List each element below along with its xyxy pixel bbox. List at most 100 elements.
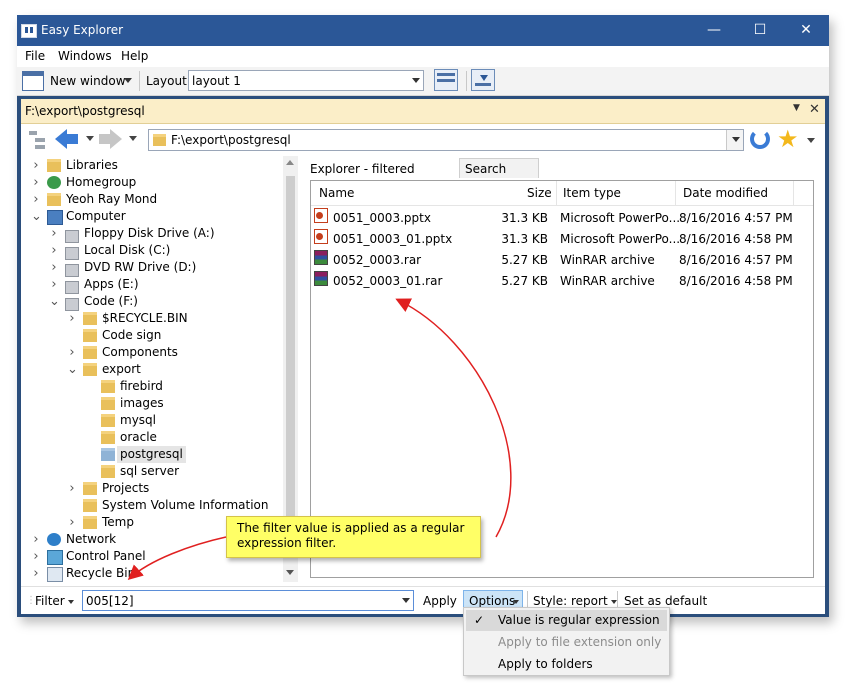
navigation-bar: F:\export\postgresql ★ xyxy=(21,125,825,155)
tree-item-label: Network xyxy=(66,532,117,546)
tree-item[interactable]: › DVD RW Drive (D:) xyxy=(21,259,281,277)
refresh-icon[interactable] xyxy=(750,129,770,149)
expand-icon[interactable]: › xyxy=(31,548,41,565)
expand-icon[interactable]: › xyxy=(49,242,59,259)
collapse-icon[interactable]: ⌄ xyxy=(31,208,42,225)
tree-item[interactable]: oracle xyxy=(21,429,281,446)
chevron-down-icon[interactable] xyxy=(68,600,74,604)
tree-item[interactable]: Code sign xyxy=(21,327,281,344)
tree-scroll-thumb[interactable] xyxy=(286,176,295,542)
expand-icon[interactable]: › xyxy=(31,531,41,548)
new-window-button[interactable]: New window xyxy=(50,74,126,88)
tree-item[interactable]: images xyxy=(21,395,281,412)
layout-value: layout 1 xyxy=(192,74,241,88)
filter-bar: ⋮ Filter 005[12] Apply Options Style: re… xyxy=(21,586,825,614)
back-history-icon[interactable] xyxy=(86,136,94,141)
file-name: 0051_0003_01.pptx xyxy=(333,232,453,246)
file-size: 5.27 KB xyxy=(501,274,548,288)
menu-item-regex[interactable]: ✓ Value is regular expression xyxy=(466,610,667,631)
tree-item[interactable]: › Local Disk (C:) xyxy=(21,242,281,260)
chevron-down-icon[interactable] xyxy=(124,78,132,83)
load-layout-icon[interactable] xyxy=(471,69,495,91)
tab-search-results[interactable]: Search results xyxy=(459,158,539,196)
tree-item[interactable]: › Yeoh Ray Mond xyxy=(21,191,281,208)
filter-input[interactable]: 005[12] xyxy=(82,590,414,611)
forward-history-icon[interactable] xyxy=(129,136,137,141)
menu-windows[interactable]: Windows xyxy=(58,49,112,63)
expand-icon[interactable]: › xyxy=(31,157,41,174)
tree-item[interactable]: › Apps (E:) xyxy=(21,276,281,294)
tab-explorer-filtered[interactable]: Explorer - filtered (005[12]) xyxy=(304,158,458,196)
tree-item[interactable]: mysql xyxy=(21,412,281,429)
tree-item[interactable]: ⌄ export xyxy=(21,361,281,378)
favorites-menu-icon[interactable] xyxy=(807,138,815,143)
tree-item[interactable]: ⌄ Code (F:) xyxy=(21,293,281,311)
title-bar[interactable]: Easy Explorer — ☐ ✕ xyxy=(17,15,829,46)
scroll-down-icon[interactable] xyxy=(286,570,294,575)
app-icon xyxy=(21,24,37,38)
tree-item[interactable]: ⌄ Computer xyxy=(21,208,281,225)
expand-icon[interactable]: › xyxy=(49,276,59,293)
tree-item[interactable]: postgresql xyxy=(21,446,281,463)
forward-button[interactable] xyxy=(99,128,125,150)
tree-item[interactable]: › Homegroup xyxy=(21,174,281,191)
toolbar: New window Layout layout 1 xyxy=(17,67,829,96)
tree-item[interactable]: › Projects xyxy=(21,480,281,497)
expand-icon[interactable]: › xyxy=(31,191,41,208)
close-button[interactable]: ✕ xyxy=(783,15,829,46)
expand-icon[interactable]: › xyxy=(31,565,41,582)
tree-item[interactable]: firebird xyxy=(21,378,281,395)
expand-icon[interactable]: › xyxy=(67,344,77,361)
tree-item[interactable]: › Floppy Disk Drive (A:) xyxy=(21,225,281,243)
network-icon xyxy=(47,533,61,546)
tree-item[interactable]: › Recycle Bin xyxy=(21,565,281,582)
expand-icon[interactable]: › xyxy=(67,310,77,327)
menu-file[interactable]: File xyxy=(25,49,45,63)
expand-icon[interactable]: › xyxy=(67,480,77,497)
file-row[interactable]: 0052_0003.rar 5.27 KB WinRAR archive 8/16/2… xyxy=(311,250,813,271)
save-layout-icon[interactable] xyxy=(434,69,458,91)
tree-item[interactable]: › $RECYCLE.BIN xyxy=(21,310,281,327)
menu-item-apply-folders[interactable]: Apply to folders xyxy=(466,654,667,675)
tree-item[interactable]: System Volume Information xyxy=(21,497,281,514)
maximize-button[interactable]: ☐ xyxy=(737,15,783,46)
set-as-default-button[interactable]: Set as default xyxy=(624,594,707,608)
back-button[interactable] xyxy=(55,128,81,150)
layout-select[interactable]: layout 1 xyxy=(188,70,424,91)
tree-item[interactable]: › Components xyxy=(21,344,281,361)
tree-item[interactable]: › Libraries xyxy=(21,157,281,174)
apply-button[interactable]: Apply xyxy=(423,594,457,608)
expand-icon[interactable]: › xyxy=(49,225,59,242)
favorites-star-icon[interactable]: ★ xyxy=(777,125,799,153)
scroll-up-icon[interactable] xyxy=(286,160,294,165)
tree-item-label: firebird xyxy=(120,379,163,393)
column-name[interactable]: Name xyxy=(319,186,354,200)
menu-help[interactable]: Help xyxy=(121,49,148,63)
address-bar[interactable]: F:\export\postgresql xyxy=(148,129,744,151)
style-button[interactable]: Style: report xyxy=(533,594,608,608)
collapse-icon[interactable]: ⌄ xyxy=(67,361,78,378)
pane-menu-icon[interactable]: ▼ xyxy=(793,103,800,113)
file-row[interactable]: 0051_0003_01.pptx 31.3 KB Microsoft PowerP… xyxy=(311,229,813,250)
new-window-icon[interactable] xyxy=(22,71,44,91)
column-size[interactable]: Size xyxy=(527,186,552,200)
expand-icon[interactable]: › xyxy=(67,514,77,531)
tree-item-label: Yeoh Ray Mond xyxy=(66,192,158,206)
expand-icon[interactable]: › xyxy=(31,174,41,191)
minimize-button[interactable]: — xyxy=(691,15,737,46)
tree-toggle-icon[interactable] xyxy=(29,129,49,151)
folder-icon xyxy=(83,499,97,512)
collapse-icon[interactable]: ⌄ xyxy=(49,293,60,310)
column-date-modified[interactable]: Date modified xyxy=(683,186,768,200)
tree-item-label: Code (F:) xyxy=(84,294,138,308)
tree-item[interactable]: sql server xyxy=(21,463,281,480)
file-row[interactable]: 0052_0003_01.rar 5.27 KB WinRAR archive 8/1… xyxy=(311,271,813,292)
close-pane-icon[interactable]: ✕ xyxy=(809,102,820,117)
tree-item-label: mysql xyxy=(120,413,156,427)
filter-mode-button[interactable]: Filter xyxy=(35,594,65,608)
column-item-type[interactable]: Item type xyxy=(563,186,621,200)
tree-item-label: Components xyxy=(102,345,178,359)
file-row[interactable]: 0051_0003.pptx 31.3 KB Microsoft PowerPo..… xyxy=(311,208,813,229)
expand-icon[interactable]: › xyxy=(49,259,59,276)
chevron-down-icon xyxy=(402,597,410,603)
